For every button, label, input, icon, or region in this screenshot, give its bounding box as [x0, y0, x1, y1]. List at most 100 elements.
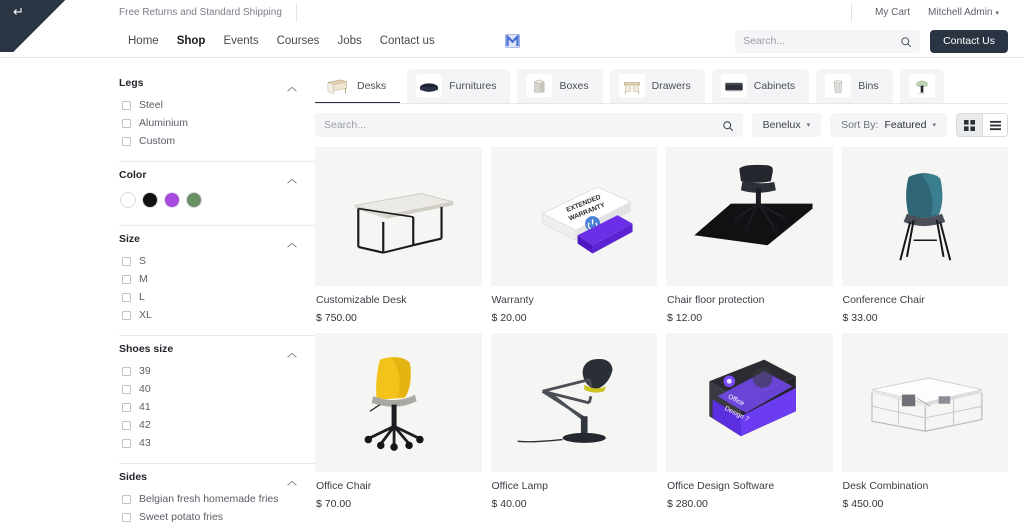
nav-link-home[interactable]: Home — [119, 35, 168, 47]
contact-us-button[interactable]: Contact Us — [930, 29, 1008, 53]
checkbox[interactable] — [122, 256, 131, 266]
chevron-up-icon[interactable] — [287, 236, 297, 248]
filter-option[interactable]: XL — [119, 306, 297, 324]
grid-view-icon[interactable] — [957, 114, 982, 136]
color-swatch-2[interactable] — [164, 192, 180, 208]
checkbox[interactable] — [122, 100, 131, 110]
filter-option[interactable]: Aluminium — [119, 114, 297, 132]
shop-toolbar: Benelux ▾ Sort By: Featured ▾ — [315, 104, 1008, 147]
category-tab-lamp[interactable] — [899, 69, 944, 103]
search-icon[interactable] — [722, 119, 734, 132]
filter-option[interactable]: 41 — [119, 398, 297, 416]
nav-link-shop[interactable]: Shop — [168, 35, 215, 47]
filter-group-header[interactable]: Legs — [119, 72, 297, 96]
category-tab-desks[interactable]: Desks — [315, 69, 401, 103]
region-label: Benelux — [762, 119, 801, 131]
corner-arrow-icon: ↵ — [13, 4, 24, 19]
filter-group-header[interactable]: Size — [119, 228, 297, 252]
category-tab-boxes[interactable]: Boxes — [517, 69, 603, 103]
product-image[interactable] — [315, 333, 482, 472]
category-tab-cabinets[interactable]: Cabinets — [711, 69, 810, 103]
region-dropdown[interactable]: Benelux ▾ — [751, 113, 822, 137]
product-card[interactable]: Chair floor protection $ 12.00 — [666, 147, 833, 324]
product-image[interactable] — [666, 147, 833, 286]
filter-option-label: L — [139, 291, 145, 303]
chevron-up-icon[interactable] — [287, 474, 297, 486]
list-view-icon[interactable] — [982, 114, 1007, 136]
product-name: Office Lamp — [491, 480, 548, 492]
product-card[interactable]: EXTENDED WARRANTY Warranty $ 20.00 — [490, 147, 657, 324]
nav-links: Home Shop Events Courses Jobs Contact us — [119, 35, 444, 47]
checkbox[interactable] — [122, 310, 131, 320]
search-input[interactable] — [743, 35, 901, 47]
filter-option[interactable]: 43 — [119, 434, 297, 452]
product-card[interactable]: Office Design 7 Office Design Software $ 28… — [666, 333, 833, 510]
checkbox[interactable] — [122, 274, 131, 284]
filter-option[interactable]: S — [119, 252, 297, 270]
nav-link-courses[interactable]: Courses — [268, 35, 329, 47]
category-tab-bins[interactable]: Bins — [816, 69, 893, 103]
product-search[interactable] — [315, 113, 743, 137]
chevron-up-icon[interactable] — [287, 80, 297, 92]
product-price: $ 12.00 — [667, 312, 703, 324]
filter-option[interactable]: 39 — [119, 362, 297, 380]
filter-group-header[interactable]: Sides — [119, 466, 297, 490]
filter-option-label: 41 — [139, 401, 151, 413]
product-image[interactable]: EXTENDED WARRANTY — [490, 147, 657, 286]
checkbox[interactable] — [122, 512, 131, 522]
checkbox[interactable] — [122, 494, 131, 504]
checkbox[interactable] — [122, 420, 131, 430]
product-name: Conference Chair — [842, 294, 925, 306]
category-tab-furnitures[interactable]: Furnitures — [407, 69, 511, 103]
filter-option[interactable]: 42 — [119, 416, 297, 434]
header-search[interactable] — [735, 29, 921, 53]
nav-link-jobs[interactable]: Jobs — [328, 35, 370, 47]
chevron-up-icon[interactable] — [287, 172, 297, 184]
checkbox[interactable] — [122, 366, 131, 376]
product-image[interactable] — [841, 147, 1008, 286]
brand-m-logo-icon[interactable] — [504, 33, 521, 50]
checkbox[interactable] — [122, 118, 131, 128]
nav-link-events[interactable]: Events — [214, 35, 267, 47]
category-tab-drawers[interactable]: Drawers — [609, 69, 705, 103]
product-card[interactable]: Customizable Desk $ 750.00 — [315, 147, 482, 324]
checkbox[interactable] — [122, 136, 131, 146]
color-swatch-0[interactable] — [120, 192, 136, 208]
chevron-up-icon[interactable] — [287, 346, 297, 358]
my-cart-link[interactable]: My Cart — [866, 7, 919, 18]
product-card[interactable]: Conference Chair $ 33.00 — [841, 147, 1008, 324]
filter-option[interactable]: Custom — [119, 132, 297, 150]
product-search-input[interactable] — [324, 119, 722, 131]
filter-option[interactable]: M — [119, 270, 297, 288]
sort-dropdown[interactable]: Sort By: Featured ▾ — [830, 113, 947, 137]
product-name: Office Chair — [316, 480, 372, 492]
product-image[interactable] — [841, 333, 1008, 472]
filter-option[interactable]: 40 — [119, 380, 297, 398]
product-card[interactable]: Office Chair $ 70.00 — [315, 333, 482, 510]
checkbox[interactable] — [122, 292, 131, 302]
checkbox[interactable] — [122, 402, 131, 412]
nav-link-contact-us[interactable]: Contact us — [371, 35, 444, 47]
product-image[interactable] — [490, 333, 657, 472]
search-icon[interactable] — [900, 35, 912, 47]
product-image[interactable]: Office Design 7 — [666, 333, 833, 472]
filter-option[interactable]: Steel — [119, 96, 297, 114]
filter-option[interactable]: L — [119, 288, 297, 306]
user-menu[interactable]: Mitchell Admin ▾ — [919, 7, 1008, 18]
color-swatch-3[interactable] — [186, 192, 202, 208]
product-name: Office Design Software — [667, 480, 775, 492]
filter-group-size: Size S M L XL — [119, 228, 297, 324]
filter-option-label: S — [139, 255, 147, 267]
filter-option-label: M — [139, 273, 148, 285]
filter-group-header[interactable]: Shoes size — [119, 338, 297, 362]
filter-group-header[interactable]: Color — [119, 164, 297, 188]
product-card[interactable]: Office Lamp $ 40.00 — [490, 333, 657, 510]
checkbox[interactable] — [122, 438, 131, 448]
filter-option[interactable]: Sweet potato fries — [119, 508, 297, 526]
box-icon — [526, 74, 553, 98]
checkbox[interactable] — [122, 384, 131, 394]
color-swatch-1[interactable] — [142, 192, 158, 208]
product-card[interactable]: Desk Combination $ 450.00 — [841, 333, 1008, 510]
product-image[interactable] — [315, 147, 482, 286]
filter-option[interactable]: Belgian fresh homemade fries — [119, 490, 297, 508]
